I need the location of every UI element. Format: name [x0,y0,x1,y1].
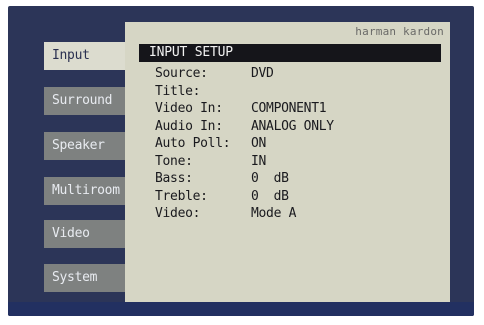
setting-value: DVD [251,66,274,81]
tv-screen: Input Surround Speaker Multiroom Video S… [8,6,474,316]
panel-title-bar: INPUT SETUP [139,44,441,62]
setting-label: Audio In: [155,118,223,134]
menu-item-system[interactable]: System [44,264,130,292]
menu-item-surround[interactable]: Surround [44,87,130,115]
setting-label: Title: [155,83,201,99]
setting-value: IN [251,153,267,169]
setting-value: ANALOG ONLY [251,118,334,134]
menu-item-video[interactable]: Video [44,220,130,248]
setting-label: Video: [155,206,201,221]
menu-item-label: System [52,270,98,285]
menu-item-label: Video [52,226,90,241]
setting-value: COMPONENT1 [251,101,327,116]
panel-title: INPUT SETUP [149,45,233,60]
setting-label: Bass: [155,171,193,186]
screen-bottom-strip [8,302,474,316]
menu-item-input[interactable]: Input [44,42,130,70]
setting-value: 0 dB [251,188,289,204]
setting-label: Tone: [155,153,193,169]
setting-label: Treble: [155,188,208,204]
setting-label: Video In: [155,101,223,116]
menu-item-speaker[interactable]: Speaker [44,132,130,160]
input-setup-panel: harman kardon INPUT SETUP Source: DVD Ti… [125,22,450,304]
brand-logo: harman kardon [355,25,444,38]
menu-item-label: Input [52,48,90,63]
setting-value: ON [251,136,267,151]
setting-label: Auto Poll: [155,136,231,151]
setting-label: Source: [155,66,208,81]
menu-item-label: Speaker [52,138,105,153]
setting-value: Mode A [251,206,297,221]
menu-item-multiroom[interactable]: Multiroom [44,177,130,205]
menu-item-label: Multiroom [52,183,120,198]
menu-item-label: Surround [52,93,113,108]
setting-value: 0 dB [251,171,289,186]
